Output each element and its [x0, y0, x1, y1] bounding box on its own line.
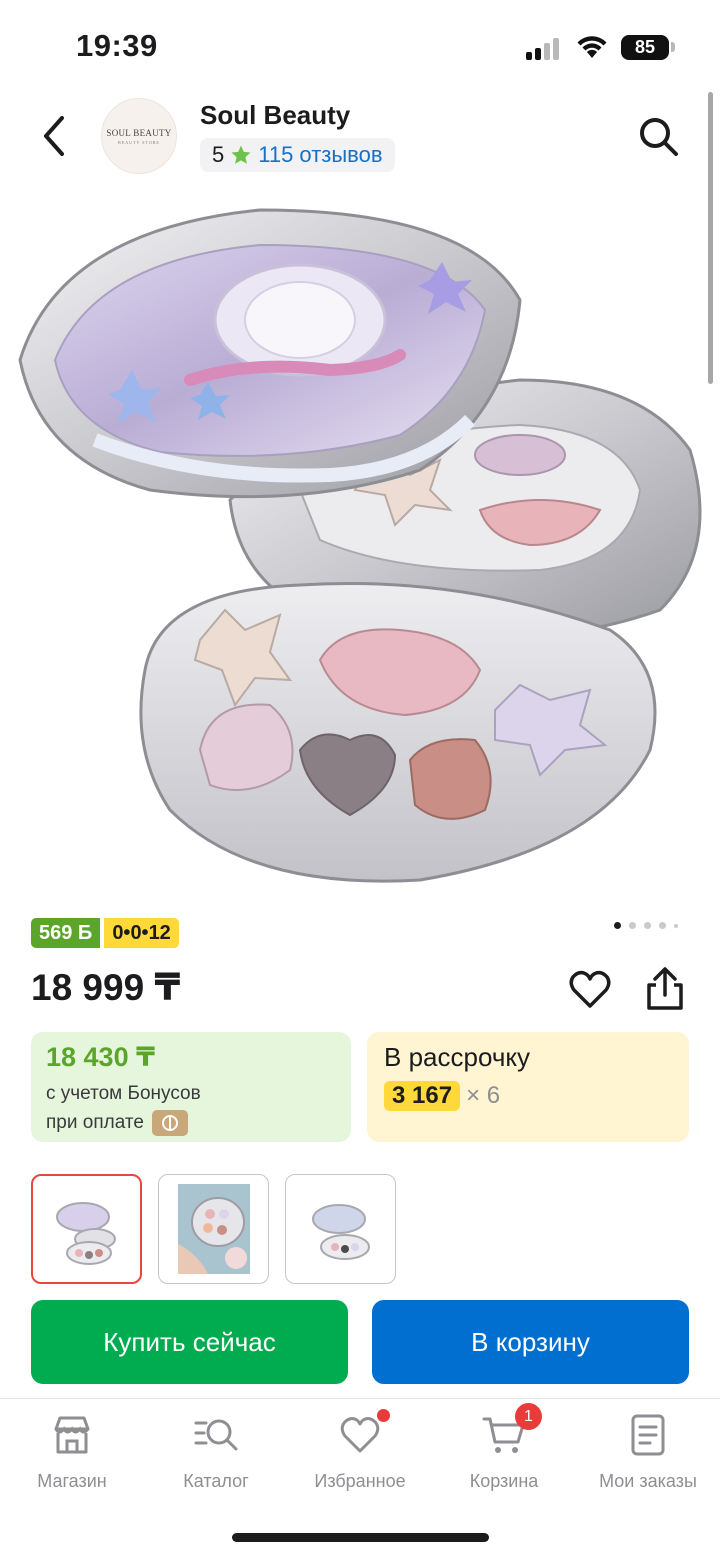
wifi-icon [576, 34, 608, 60]
tab-cart[interactable]: 1 Корзина [432, 1403, 576, 1492]
bonus-line-2: при оплате [46, 1112, 144, 1133]
tab-label: Корзина [469, 1471, 539, 1491]
tab-favorites[interactable]: Избранное [288, 1409, 432, 1492]
store-icon [50, 1413, 94, 1457]
rating-pill[interactable]: 5 115 отзывов [200, 138, 395, 172]
favorite-button[interactable] [567, 967, 613, 1013]
reviews-link[interactable]: 115 отзывов [258, 142, 382, 168]
bonus-price-card[interactable]: 18 430 ₸ с учетом Бонусов при оплате [31, 1032, 351, 1142]
carousel-dot [644, 922, 651, 929]
bonus-line-2-row: при оплате [46, 1108, 336, 1137]
shop-logo[interactable]: SOUL BEAUTY BEAUTY STORE [101, 98, 177, 174]
installment-badge: 0•0•12 [104, 918, 179, 948]
tab-label: Мои заказы [599, 1471, 697, 1491]
tab-label: Магазин [37, 1471, 107, 1491]
bonus-badge: 569 Б [31, 918, 101, 948]
heart-icon [569, 970, 611, 1008]
add-to-cart-button[interactable]: В корзину [372, 1300, 689, 1384]
payment-method-icon [151, 1109, 188, 1136]
star-icon [231, 145, 251, 164]
thumbnail-strip [31, 1174, 396, 1284]
thumbnail-palette-in-hand[interactable] [158, 1174, 269, 1284]
tab-label: Каталог [183, 1471, 249, 1491]
promo-badges: 569 Б 0•0•12 [31, 918, 179, 948]
buy-now-button[interactable]: Купить сейчас [31, 1300, 348, 1384]
signal-icon [526, 38, 562, 60]
share-icon [647, 967, 683, 1010]
back-button[interactable] [34, 112, 78, 160]
home-indicator [232, 1533, 489, 1542]
cart-icon: 1 [482, 1403, 542, 1457]
orders-icon [626, 1413, 670, 1457]
product-image[interactable] [0, 190, 712, 890]
notification-dot [377, 1409, 390, 1422]
bonus-price: 18 430 ₸ [46, 1042, 155, 1072]
logo-text: SOUL BEAUTY [106, 127, 172, 138]
search-button[interactable] [634, 112, 682, 160]
logo-subtext: BEAUTY STORE [118, 139, 160, 145]
carousel-dot [614, 922, 621, 929]
installment-title: В рассрочку [384, 1042, 531, 1072]
tab-orders[interactable]: Мои заказы [576, 1413, 720, 1492]
battery-tip [671, 42, 675, 52]
carousel-dots [614, 922, 678, 929]
battery-icon: 85 [621, 35, 669, 60]
shop-header: SOUL BEAUTY BEAUTY STORE Soul Beauty 5 1… [0, 92, 720, 182]
tab-label: Избранное [314, 1471, 406, 1491]
carousel-dot [659, 922, 666, 929]
search-icon [640, 118, 678, 156]
bonus-description: с учетом Бонусов при оплате [46, 1079, 336, 1137]
thumbnail-palette-open[interactable] [31, 1174, 142, 1284]
heart-icon [338, 1409, 390, 1457]
product-price: 18 999 ₸ [31, 967, 181, 1008]
status-time: 19:39 [76, 28, 158, 63]
bonus-line-1: с учетом Бонусов [46, 1083, 201, 1104]
installment-amount: 3 167 [384, 1081, 461, 1111]
rating-value: 5 [212, 142, 225, 167]
shop-name[interactable]: Soul Beauty [200, 100, 350, 131]
thumbnail-palette-angled[interactable] [285, 1174, 396, 1284]
chevron-left-icon [44, 116, 64, 156]
tab-shop[interactable]: Магазин [0, 1413, 144, 1492]
installment-card[interactable]: В рассрочку 3 167 × 6 [367, 1032, 689, 1142]
cart-count-badge: 1 [515, 1403, 542, 1430]
share-button[interactable] [642, 965, 688, 1013]
carousel-dot [674, 923, 678, 928]
installment-row: 3 167 × 6 [384, 1081, 672, 1111]
carousel-dot [629, 922, 636, 929]
installment-months: × 6 [466, 1082, 501, 1109]
status-bar: 19:39 85 [0, 0, 720, 92]
catalog-search-icon [194, 1413, 238, 1457]
tab-catalog[interactable]: Каталог [144, 1413, 288, 1492]
